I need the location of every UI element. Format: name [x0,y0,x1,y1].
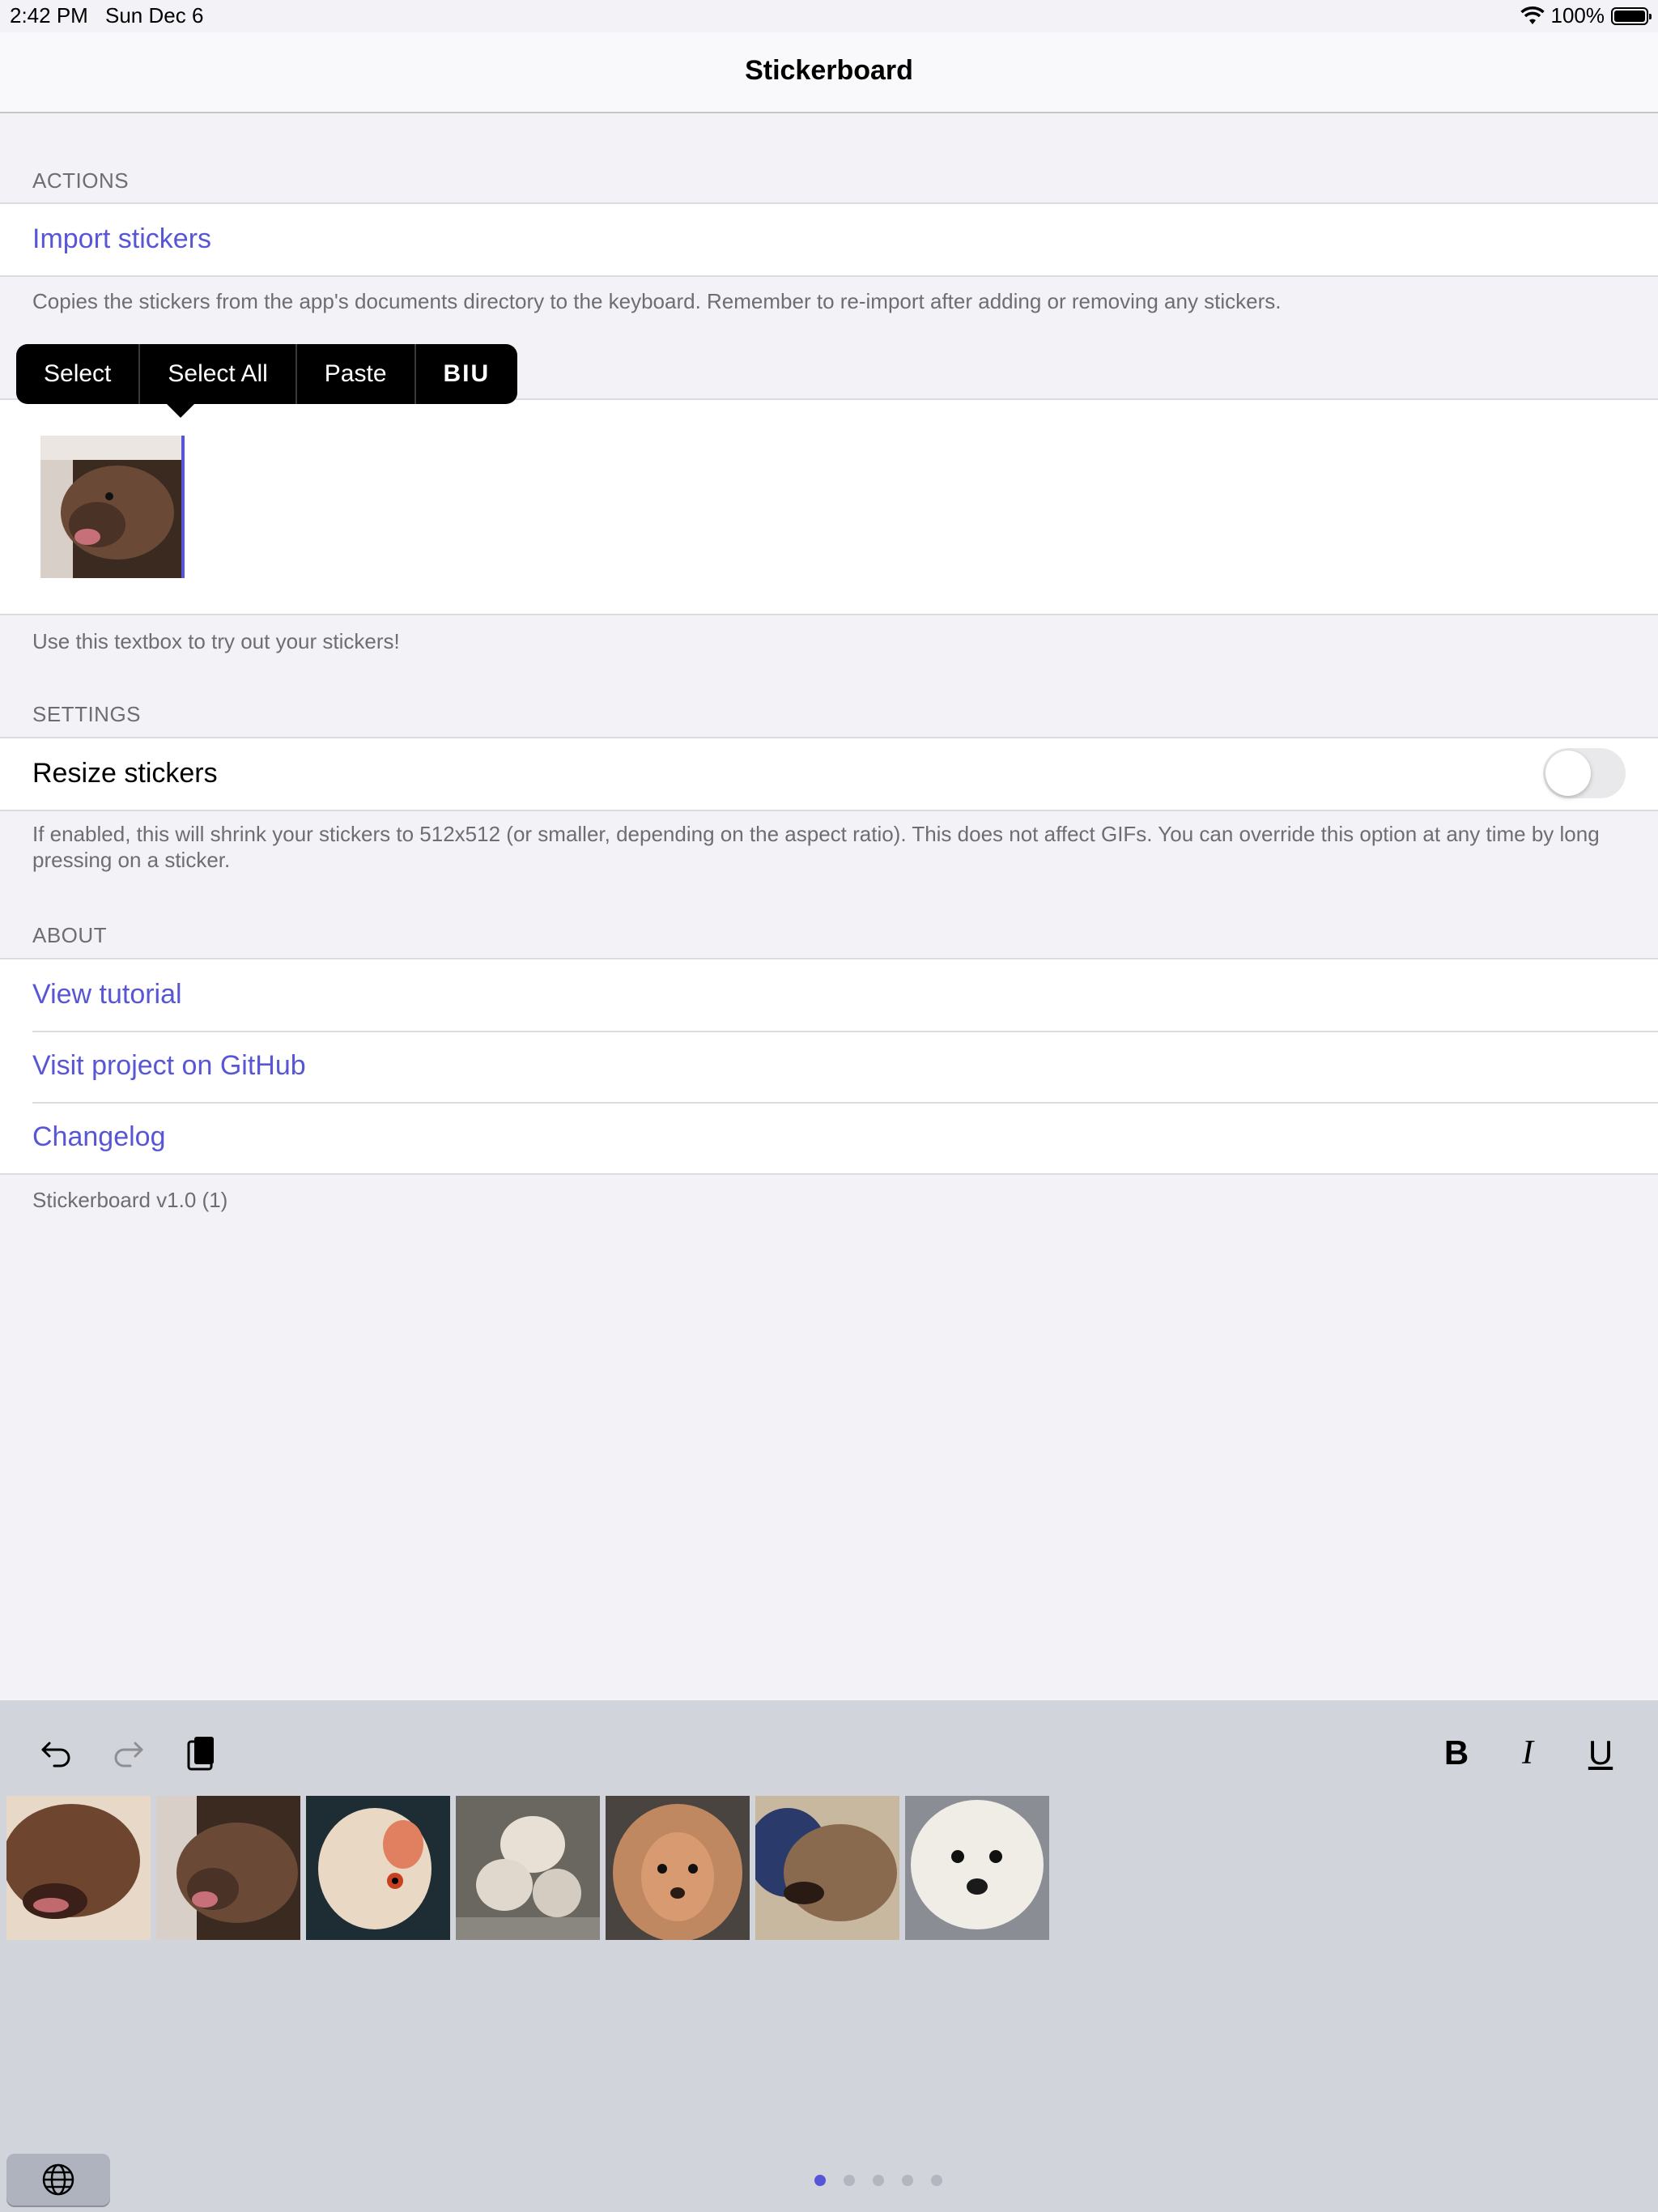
page-title: Stickerboard [745,55,913,86]
bold-button[interactable]: B [1428,1725,1485,1781]
actions-group: Import stickers [0,202,1658,277]
underline-button[interactable]: U [1572,1725,1629,1781]
italic-button[interactable]: I [1499,1725,1556,1781]
sticker-test-textbox[interactable] [0,398,1658,615]
sticker-6[interactable] [755,1796,899,1940]
undo-icon [41,1742,70,1767]
sticker-1[interactable] [6,1796,151,1940]
navigation-bar: Stickerboard [0,32,1658,113]
resize-stickers-toggle[interactable] [1543,748,1626,798]
menu-format[interactable]: BIU [416,344,518,404]
sticker-keyboard: B I U [0,1700,1658,2212]
section-header-actions: ACTIONS [32,168,130,193]
globe-icon [42,2163,74,2196]
sticker-image-dog [40,436,181,578]
github-cell[interactable]: Visit project on GitHub [0,1031,1658,1102]
edit-menu: Select Select All Paste BIU [16,344,518,404]
wifi-icon [1520,6,1545,24]
redo-icon [114,1742,143,1767]
battery-percent: 100% [1550,3,1605,28]
text-caret [181,436,185,578]
status-date: Sun Dec 6 [105,3,204,28]
clipboard-icon [187,1737,214,1771]
github-link[interactable]: Visit project on GitHub [32,1050,306,1082]
settings-group: Resize stickers [0,737,1658,811]
import-stickers-cell[interactable]: Import stickers [0,204,1658,275]
sticker-row [6,1796,1049,1940]
page-dot-4[interactable] [902,2175,913,2186]
version-label: Stickerboard v1.0 (1) [32,1188,228,1212]
changelog-cell[interactable]: Changelog [0,1102,1658,1173]
import-stickers-button[interactable]: Import stickers [32,223,211,255]
redo-button[interactable] [100,1725,157,1781]
toggle-knob [1545,751,1591,796]
section-header-settings: SETTINGS [32,702,142,726]
edit-menu-arrow [166,403,195,418]
changelog-link[interactable]: Changelog [32,1121,165,1153]
sticker-2[interactable] [156,1796,300,1940]
sticker-3[interactable] [306,1796,450,1940]
status-bar: 2:42 PM Sun Dec 6 100% [0,0,1658,32]
section-header-about: ABOUT [32,923,108,947]
menu-paste[interactable]: Paste [297,344,416,404]
sticker-7[interactable] [905,1796,1049,1940]
undo-button[interactable] [28,1725,84,1781]
resize-stickers-cell: Resize stickers [0,738,1658,810]
menu-select-all[interactable]: Select All [140,344,297,404]
page-dot-1[interactable] [814,2175,826,2186]
sticker-5[interactable] [606,1796,750,1940]
settings-footer: If enabled, this will shrink your sticke… [32,822,1600,872]
page-dot-3[interactable] [873,2175,884,2186]
resize-stickers-label: Resize stickers [32,758,218,789]
view-tutorial-cell[interactable]: View tutorial [0,959,1658,1031]
menu-select[interactable]: Select [16,344,141,404]
page-dot-5[interactable] [931,2175,942,2186]
about-group: View tutorial Visit project on GitHub Ch… [0,958,1658,1175]
battery-icon [1611,6,1652,25]
status-time: 2:42 PM [10,3,88,28]
page-indicator[interactable] [814,2175,942,2186]
status-right: 100% [1520,3,1652,28]
page-dot-2[interactable] [844,2175,855,2186]
actions-footer: Copies the stickers from the app's docum… [32,289,1282,313]
sticker-4[interactable] [456,1796,600,1940]
view-tutorial-link[interactable]: View tutorial [32,979,182,1010]
paste-button[interactable] [173,1725,230,1781]
textbox-footer: Use this textbox to try out your sticker… [32,629,400,653]
globe-key[interactable] [6,2154,110,2206]
